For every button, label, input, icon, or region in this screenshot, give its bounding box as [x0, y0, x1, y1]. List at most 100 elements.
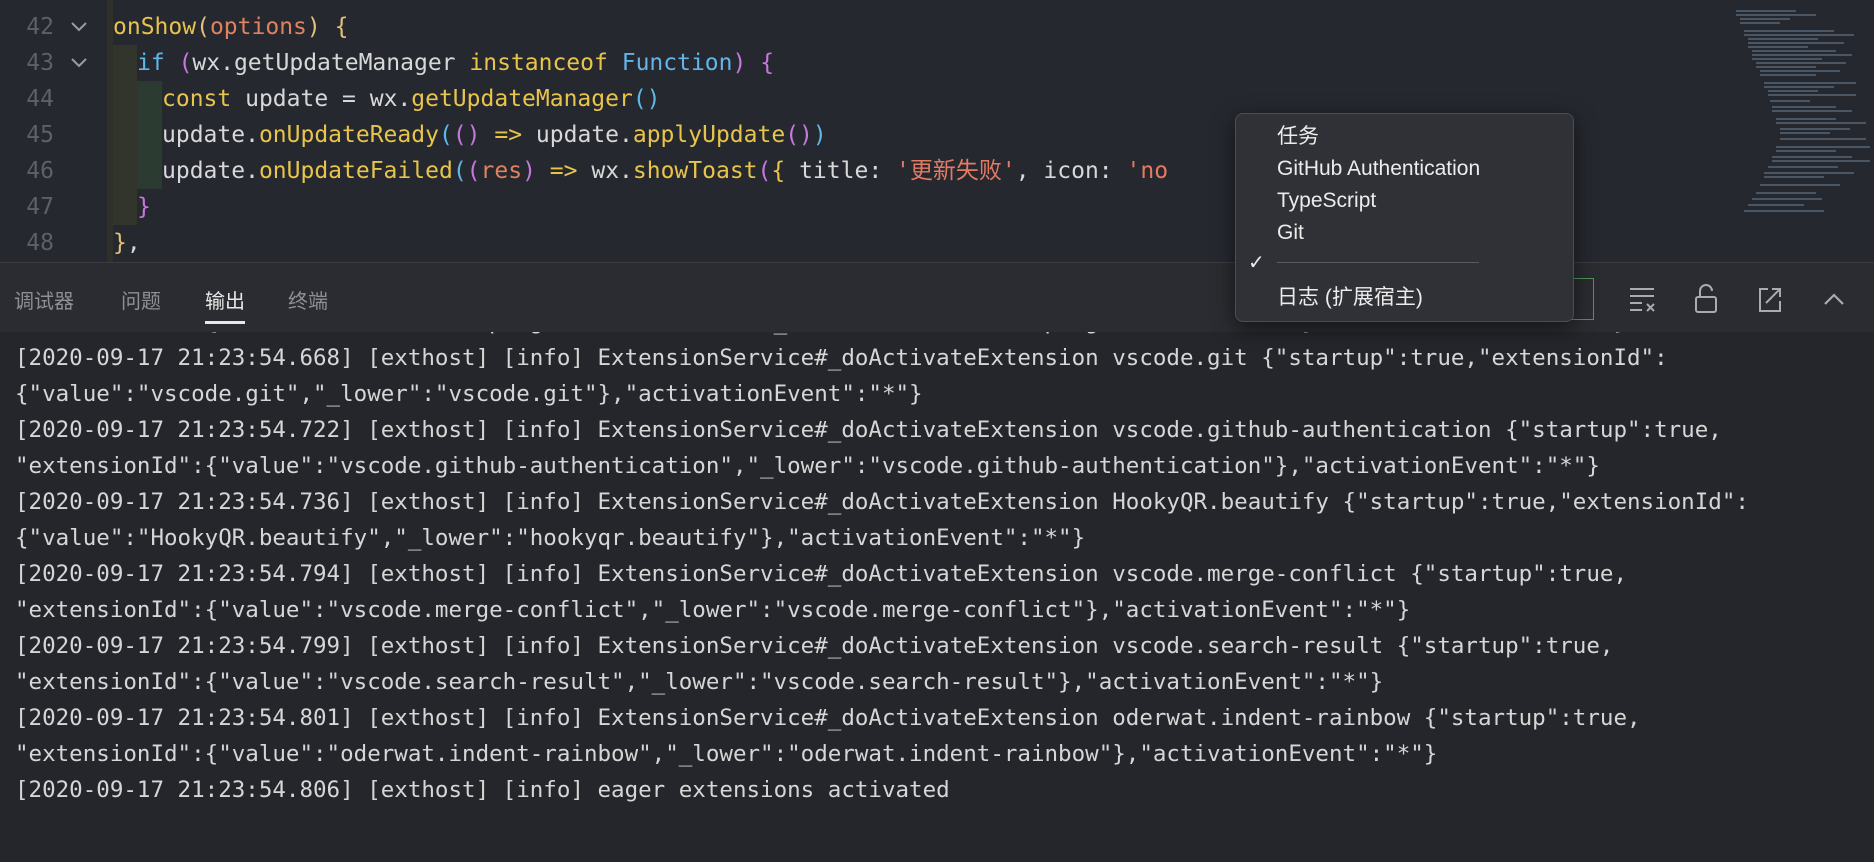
code-token: (): [632, 86, 661, 112]
tab-problems[interactable]: 问题: [121, 285, 161, 325]
fold-chevron-icon[interactable]: [68, 9, 90, 45]
code-line[interactable]: 44 const update = wx.getUpdateManager(): [0, 81, 1700, 117]
log-line: [2020-09-17 21:23:54.736] [exthost] [inf…: [15, 489, 1749, 515]
code-token: (: [452, 158, 467, 184]
code-token: (): [785, 122, 813, 148]
minimap-line: [1776, 150, 1836, 152]
indent-guide: [113, 153, 137, 189]
minimap-line: [1780, 128, 1850, 130]
dropdown-item-typescript[interactable]: TypeScript: [1277, 186, 1376, 216]
dropdown-item-tasks[interactable]: 任务: [1277, 122, 1319, 152]
indent-guide: [137, 153, 162, 189]
minimap-line: [1760, 74, 1816, 76]
code-token: {: [334, 14, 349, 40]
minimap-line: [1780, 138, 1866, 140]
open-log-icon[interactable]: [1752, 281, 1788, 317]
indent-guide: [137, 81, 162, 117]
indent-guide: [113, 81, 137, 117]
fold-chevron-icon[interactable]: [68, 45, 90, 81]
minimap-line: [1760, 70, 1840, 72]
code-token: onUpdateReady: [258, 122, 439, 148]
minimap-line: [1740, 22, 1780, 24]
checkmark-icon: ✓: [1248, 252, 1265, 274]
code-text[interactable]: update.onUpdateFailed((res) => wx.showTo…: [113, 153, 1168, 189]
code-token: (: [757, 158, 772, 184]
tab-output[interactable]: 输出: [205, 285, 245, 325]
code-text[interactable]: if (wx.getUpdateManager instanceof Funct…: [113, 45, 774, 81]
code-text[interactable]: const update = wx.getUpdateManager(): [113, 81, 661, 117]
code-token: ): [522, 158, 536, 184]
code-token: {: [771, 158, 786, 184]
minimap-line: [1744, 30, 1834, 32]
code-text[interactable]: update.onUpdateReady(() => update.applyU…: [113, 117, 827, 153]
line-number: 42: [26, 14, 54, 40]
code-token: showToast: [632, 158, 758, 184]
code-editor[interactable]: 42 onShow(options) {43 if (wx.getUpdateMan…: [0, 0, 1874, 262]
log-line: "extensionId":{"value":"vscode.merge-con…: [15, 597, 1411, 623]
minimap-line: [1748, 42, 1844, 44]
code-token: title:: [785, 158, 897, 184]
indent-guide: [113, 45, 137, 81]
code-token: 'no: [1126, 158, 1169, 184]
code-token: {: [760, 50, 775, 76]
maximize-panel-icon[interactable]: [1816, 281, 1852, 317]
indent-guide: [137, 117, 162, 153]
line-number: 46: [26, 158, 54, 184]
panel-header: 调试器 问题 输出 终端: [0, 262, 1874, 333]
code-token: applyUpdate: [632, 122, 786, 148]
minimap[interactable]: [1700, 0, 1874, 262]
code-token: =>: [549, 158, 578, 184]
code-token: update.: [162, 122, 259, 148]
code-text[interactable]: },: [113, 225, 141, 261]
code-line[interactable]: 42 onShow(options) {: [0, 9, 1700, 45]
indent-guide: [113, 117, 137, 153]
code-text[interactable]: }: [113, 189, 151, 225]
log-line: [2020-09-17 21:23:54.668] [exthost] [inf…: [15, 345, 1668, 371]
code-token: '更新失败': [896, 158, 1016, 184]
minimap-line: [1756, 192, 1816, 194]
output-channel-dropdown: 任务 GitHub Authentication TypeScript Git …: [1235, 113, 1574, 322]
dropdown-item-extension-host-log[interactable]: 日志 (扩展宿主): [1277, 283, 1423, 313]
log-line: "extensionId":{"value":"oderwat.indent-r…: [15, 741, 1438, 767]
minimap-line: [1760, 184, 1840, 186]
tab-debugger[interactable]: 调试器: [14, 285, 74, 325]
code-token: ,: [126, 230, 141, 256]
minimap-line: [1772, 110, 1852, 112]
minimap-line: [1772, 156, 1852, 158]
lock-scroll-icon[interactable]: [1688, 281, 1724, 317]
code-token: res: [480, 158, 523, 184]
minimap-line: [1776, 146, 1870, 148]
minimap-line: [1764, 172, 1854, 174]
line-number: 47: [26, 194, 54, 220]
code-text[interactable]: onShow(options) {: [113, 9, 348, 45]
dropdown-item-git[interactable]: Git: [1277, 218, 1304, 248]
minimap-line: [1764, 86, 1834, 88]
minimap-line: [1736, 14, 1816, 16]
log-line: [2020-09-17 21:23:54.799] [exthost] [inf…: [15, 633, 1614, 659]
code-token: , icon:: [1015, 158, 1127, 184]
code-token: (: [466, 158, 481, 184]
output-log[interactable]: "extensionId":{"value":"wechat.miniprogr…: [0, 332, 1874, 862]
minimap-line: [1772, 106, 1836, 108]
code-token: =>: [494, 122, 523, 148]
tab-terminal[interactable]: 终端: [288, 285, 328, 325]
clear-output-icon[interactable]: [1624, 281, 1660, 317]
code-token: ): [306, 14, 321, 40]
code-token: wx.getUpdateManager: [192, 50, 470, 76]
log-line: {"value":"HookyQR.beautify","_lower":"ho…: [15, 525, 1086, 551]
log-line: "extensionId":{"value":"vscode.search-re…: [15, 669, 1384, 695]
code-token: (: [196, 14, 210, 40]
minimap-line: [1740, 18, 1790, 20]
log-line: [2020-09-17 21:23:54.806] [exthost] [inf…: [15, 777, 950, 803]
code-token: getUpdateManager: [411, 86, 633, 112]
line-number: 44: [26, 86, 54, 112]
minimap-line: [1776, 118, 1836, 120]
minimap-line: [1744, 34, 1854, 36]
minimap-line: [1780, 132, 1830, 134]
dropdown-item-github-authentication[interactable]: GitHub Authentication: [1277, 154, 1480, 184]
code-token: ): [812, 122, 827, 148]
code-line[interactable]: 43 if (wx.getUpdateManager instanceof Fun…: [0, 45, 1700, 81]
